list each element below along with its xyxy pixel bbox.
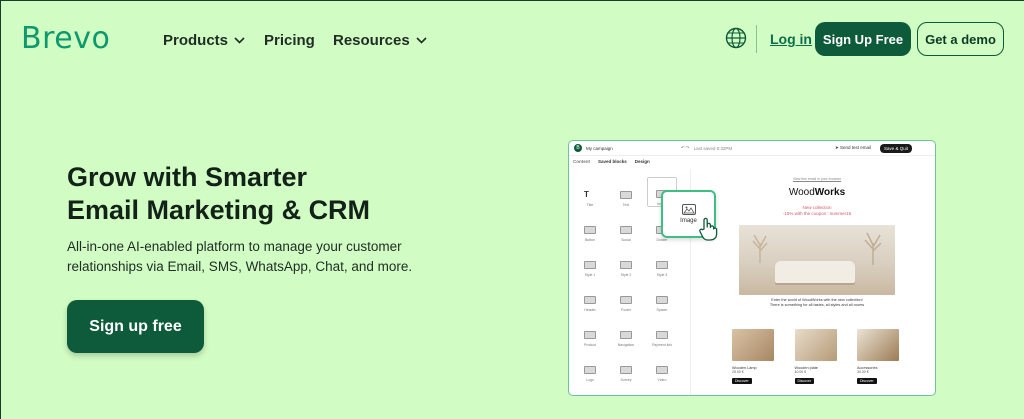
email-description: Enter the world of WoodWorks with the ne… — [769, 298, 865, 307]
product-price: 30.00 € — [857, 370, 869, 374]
woodworks-brand: WoodWorks — [788, 187, 846, 198]
mockup-tab-saved: Saved blocks — [598, 159, 627, 164]
product-discover: Discover — [794, 378, 815, 384]
email-online-link: View this email in your browser — [792, 177, 842, 181]
mockup-tab-design: Design — [634, 159, 650, 164]
product-thumb — [732, 329, 774, 361]
block-button: Button — [575, 212, 605, 242]
product-discover: Discover — [857, 378, 877, 384]
sign-up-free-button[interactable]: Sign Up Free — [815, 22, 911, 56]
hero-sign-up-button[interactable]: Sign up free — [67, 300, 204, 353]
block-title: T Title — [584, 190, 594, 207]
login-link[interactable]: Log in — [770, 31, 812, 47]
nav-products[interactable]: Products — [163, 32, 245, 49]
chevron-down-icon — [416, 37, 427, 44]
hand-cursor-icon — [699, 217, 718, 241]
globe-icon[interactable] — [725, 27, 747, 49]
chevron-down-icon — [234, 37, 245, 44]
product-card: Wooden plate 40.00 € Discover — [794, 329, 840, 384]
product-price: 40.00 € — [794, 370, 807, 374]
hero-title-line1: Grow with Smarter — [67, 162, 308, 192]
block-text: Text — [611, 177, 641, 207]
email-preview: View this email in your browser WoodWork… — [717, 177, 917, 308]
hero-subtitle: All-in-one AI-enabled platform to manage… — [67, 239, 413, 274]
product-card: Wooden Lamp 25.00 € Discover — [732, 329, 777, 384]
dragged-image-label: Image — [680, 218, 697, 224]
mockup-tab-content: Content — [573, 159, 590, 164]
mockup-send-test: ➤ Send test email — [835, 145, 872, 150]
undo-redo-icon: ↶ ↷ — [680, 145, 690, 150]
block-navigation: Navigation — [611, 317, 641, 347]
product-thumb — [794, 329, 837, 361]
hero-title: Grow with Smarter Email Marketing & CRM — [67, 161, 447, 227]
image-icon — [681, 204, 696, 215]
block-payment-link: Payment link — [647, 317, 677, 347]
block-header: Header — [575, 282, 605, 312]
block-social: Social — [611, 212, 641, 242]
email-promo: New collection -15% with the coupon : sum… — [782, 205, 852, 216]
product-price: 25.00 € — [732, 370, 744, 374]
block-survey: Survey — [611, 352, 641, 382]
sofa-shape — [775, 261, 855, 283]
block-logo: Logo — [575, 352, 605, 382]
top-navigation: Brevo Products Pricing Resources Log in … — [1, 1, 1024, 79]
block-style-3: Style 3 — [647, 247, 677, 277]
nav-resources[interactable]: Resources — [333, 32, 427, 49]
mockup-last-saved: Last saved 8:32PM — [693, 145, 733, 151]
hero-title-line2: Email Marketing & CRM — [67, 195, 371, 225]
product-discover: Discover — [732, 378, 752, 384]
mockup-send-test-label: Send test email — [840, 145, 872, 150]
pampas-grass-icon — [752, 234, 768, 263]
nav-divider — [756, 25, 757, 53]
product-card: Accessories 30.00 € Discover — [857, 329, 902, 384]
block-style-2: Style 2 — [611, 247, 641, 277]
nav-pricing[interactable]: Pricing — [264, 32, 315, 49]
block-style-1: Style 1 — [575, 247, 605, 277]
email-editor-mockup: B My campaign ↶ ↷ Last saved 8:32PM ➤ Se… — [568, 140, 936, 396]
block-footer: Footer — [611, 282, 641, 312]
block-spacer: Spacer — [647, 282, 677, 312]
living-room-photo — [739, 225, 895, 295]
mockup-campaign-name: My campaign — [586, 145, 613, 151]
email-products: Wooden Lamp 25.00 € Discover Wooden plat… — [732, 329, 902, 384]
nav-products-label: Products — [163, 32, 229, 49]
mockup-save-quit: Save & Quit — [879, 144, 912, 153]
get-a-demo-button[interactable]: Get a demo — [917, 22, 1004, 56]
block-product: Product — [575, 317, 605, 347]
nav-pricing-label: Pricing — [264, 32, 315, 49]
brevo-logo[interactable]: Brevo — [21, 21, 110, 56]
mockup-tabs: Content Saved blocks Design — [573, 159, 650, 164]
product-thumb — [857, 329, 899, 361]
nav-resources-label: Resources — [333, 32, 410, 49]
pampas-grass-icon — [864, 232, 882, 265]
block-video: Video — [647, 352, 677, 382]
mockup-avatar: B — [574, 144, 582, 152]
